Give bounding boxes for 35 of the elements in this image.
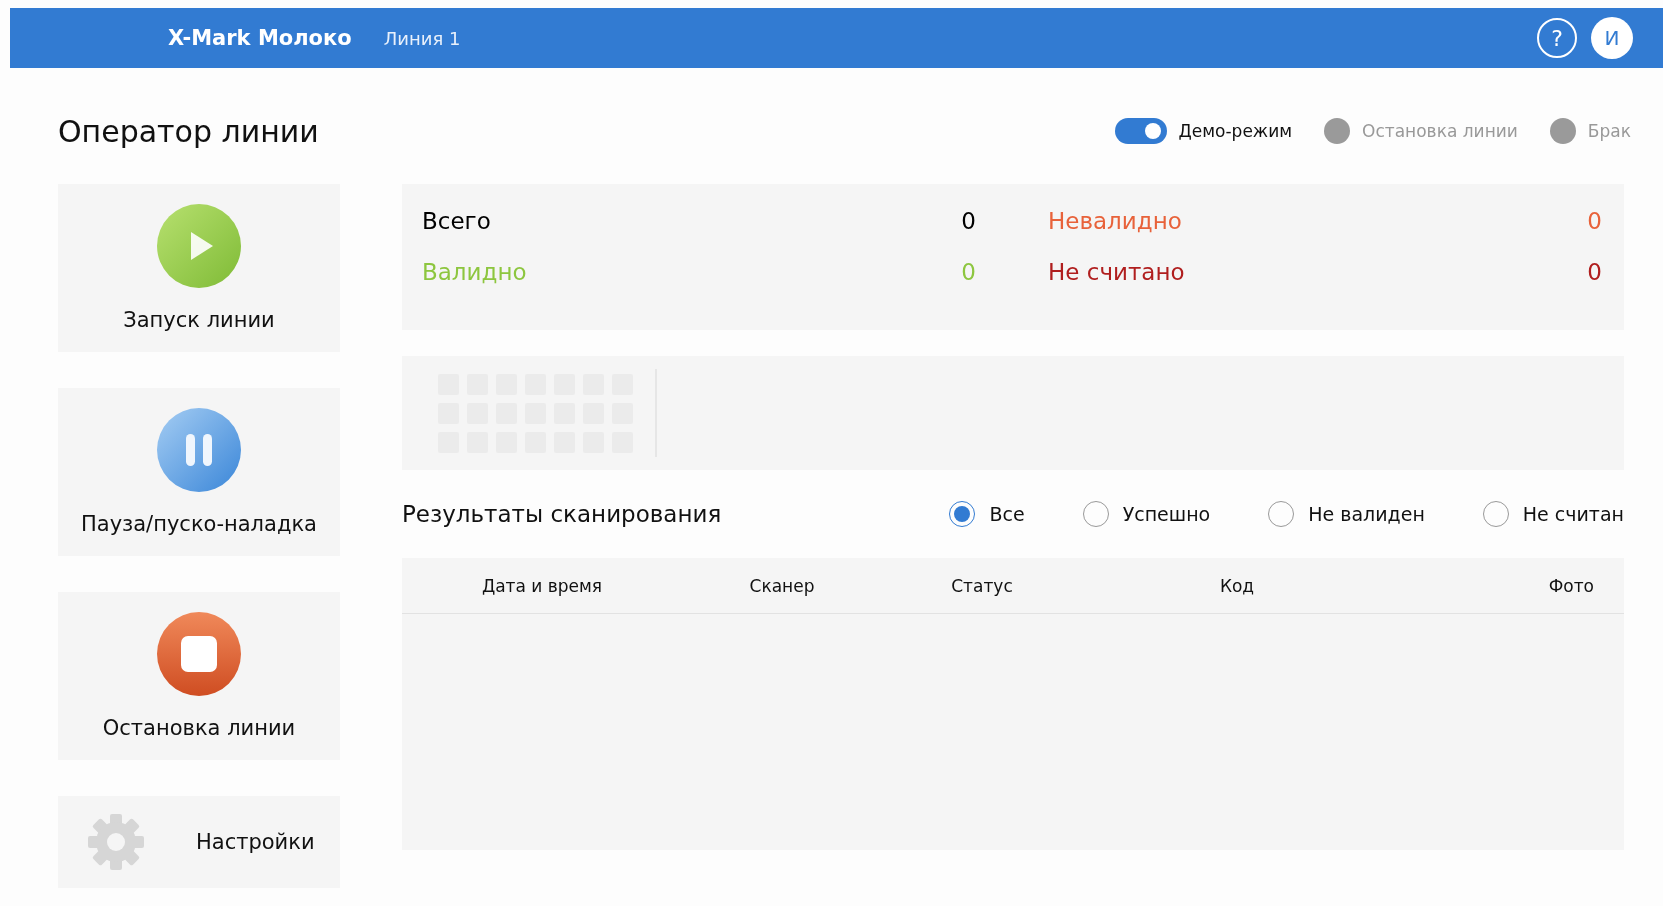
pause-button[interactable]: Пауза/пуско-наладка: [58, 388, 340, 556]
filter-radio[interactable]: Не валиден: [1268, 501, 1425, 527]
settings-icon: [86, 812, 146, 872]
column-header: Код: [1218, 575, 1256, 596]
stop-icon: [157, 612, 241, 696]
column-header: Дата и время: [480, 575, 604, 596]
settings-button[interactable]: Настройки: [58, 796, 340, 888]
stat-value: 0: [961, 259, 976, 287]
line-name: Линия 1: [383, 27, 461, 49]
stop-button[interactable]: Остановка линии: [58, 592, 340, 760]
play-icon: [157, 204, 241, 288]
column-header: Статус: [950, 575, 1014, 596]
start-button[interactable]: Запуск линии: [58, 184, 340, 352]
help-button[interactable]: ?: [1537, 18, 1577, 58]
filter-radio[interactable]: Все: [949, 501, 1025, 527]
user-avatar[interactable]: И: [1591, 17, 1633, 59]
indicator-label: Остановка линии: [1362, 121, 1518, 141]
toggle-switch[interactable]: [1114, 118, 1167, 144]
stat-value: 0: [1587, 208, 1602, 236]
app-title: X-Mark Молоко: [168, 26, 352, 50]
indicator-label: Демо-режим: [1178, 121, 1293, 141]
stat-label: Не считано: [1048, 259, 1185, 287]
stat-label: Невалидно: [1048, 208, 1182, 236]
column-header: Фото: [1547, 575, 1595, 596]
stat-label: Всего: [422, 208, 491, 236]
filter-radio[interactable]: Не считан: [1482, 501, 1624, 527]
stat-value: 0: [961, 208, 976, 236]
indicator-label: Брак: [1587, 121, 1631, 141]
pause-icon: [157, 408, 241, 492]
column-header: Сканер: [748, 575, 816, 596]
filter-radio[interactable]: Успешно: [1082, 501, 1211, 527]
page-title: Оператор линии: [58, 113, 319, 149]
stat-value: 0: [1587, 259, 1602, 287]
section-title: Результаты сканирования: [402, 501, 723, 527]
stat-label: Валидно: [422, 259, 527, 287]
